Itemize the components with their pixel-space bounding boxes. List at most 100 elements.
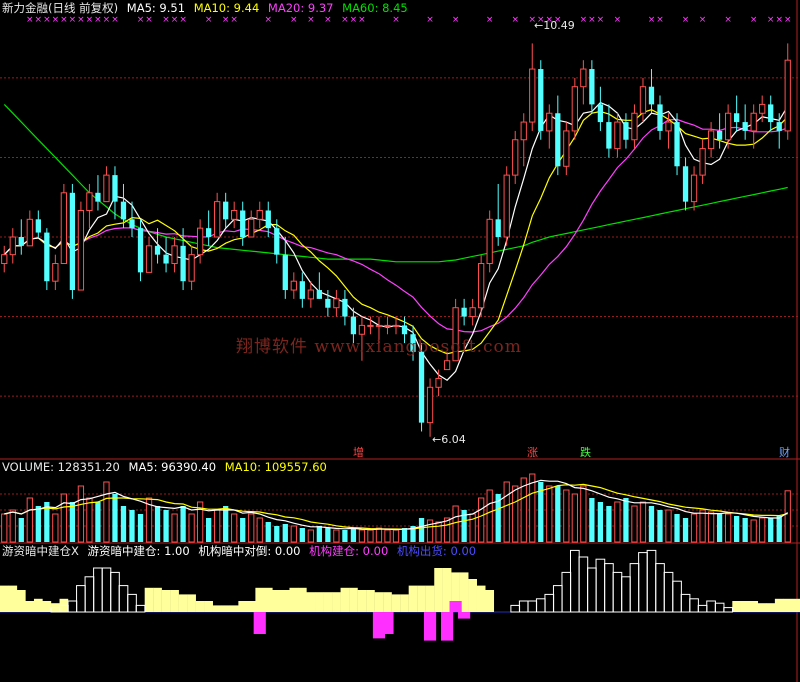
indicator-outline-bar (110, 571, 120, 613)
indicator-outline-bar (561, 571, 572, 613)
candle (699, 148, 706, 176)
candle (392, 324, 400, 327)
indicator-outline-bar (84, 576, 95, 613)
top-marker: × (784, 15, 792, 25)
volume-bar (350, 528, 357, 542)
candle (469, 307, 476, 318)
volume-bar (265, 522, 271, 542)
indicator-yellow-bar (280, 590, 290, 612)
volume-bar (724, 513, 732, 543)
candle (707, 130, 715, 150)
top-marker: × (350, 15, 358, 25)
candle (563, 130, 570, 167)
indicator-yellow-bar (33, 598, 43, 612)
volume-bar (742, 518, 748, 542)
top-marker: × (341, 15, 349, 25)
top-marker: × (137, 15, 145, 25)
event-marker-cai[interactable]: 财 (779, 444, 790, 460)
candle (768, 104, 774, 123)
top-marker: × (77, 15, 85, 25)
volume-bar (665, 509, 672, 543)
indicator-yellow-bar (161, 590, 171, 612)
indicator-yellow-bar (417, 585, 426, 612)
indicator-outline-bar (663, 571, 674, 613)
volume-bar (707, 511, 715, 543)
top-marker: × (452, 15, 460, 25)
volume-bar (606, 506, 612, 542)
indicator-outline-bar (697, 604, 708, 613)
candle (325, 298, 331, 308)
candle (35, 219, 41, 233)
indicator-outline-bar (76, 585, 86, 613)
top-marker: × (69, 15, 77, 25)
indicator-yellow-bar (383, 592, 392, 612)
watermark: 翔博软件 www.xiangbosoft.com (236, 337, 522, 357)
volume-bar (103, 481, 110, 543)
indicator-yellow-bar (16, 590, 26, 612)
indicator-outline-bar (587, 567, 597, 613)
top-marker: × (290, 15, 298, 25)
candle (597, 104, 604, 123)
indicator-yellow-bar (153, 587, 162, 612)
candle (495, 219, 501, 237)
candle (512, 139, 519, 176)
candle (120, 201, 127, 220)
ma20-line (3, 118, 788, 333)
candle (631, 112, 638, 141)
candle (26, 218, 33, 247)
indicator-yellow-bar (468, 579, 477, 612)
volume-bar (342, 530, 348, 542)
event-marker-zhang[interactable]: 涨 (527, 444, 538, 460)
indicator-yellow-bar (0, 585, 9, 612)
candle (426, 386, 434, 424)
volume-bar (546, 485, 553, 543)
candle (69, 192, 76, 291)
volume-bar (734, 516, 740, 542)
volume-bar (120, 506, 127, 542)
candle (443, 360, 451, 371)
volume-bar (384, 529, 391, 543)
volume-bar (77, 485, 85, 543)
top-marker: × (614, 15, 622, 25)
indicator-outline-bar (612, 571, 623, 613)
volume-bar (299, 528, 305, 542)
volume-bar (690, 513, 698, 543)
candle (776, 122, 782, 131)
indicator-magenta-bar (253, 612, 266, 634)
indicator-name: 游资暗中建仓X (2, 544, 79, 558)
candle (665, 121, 672, 132)
indicator-panel-header: 游资暗中建仓X 游资暗中建仓: 1.00 机构暗中对倒: 0.00 机构建仓: … (2, 544, 481, 558)
ma60-value: MA60: 8.45 (342, 1, 408, 15)
volume-bar (614, 501, 621, 543)
candle (265, 210, 271, 229)
candle (734, 113, 740, 123)
volume-bar (478, 497, 485, 543)
volume-bar (426, 519, 434, 543)
candle (282, 254, 288, 291)
volume-bar (163, 510, 169, 542)
indicator-outline-bar (510, 604, 521, 613)
indicator-outline-bar (135, 604, 146, 613)
indicator-yellow-bar (187, 594, 196, 612)
indicator-yellow-bar (178, 594, 188, 612)
indicator-yellow-bar (357, 590, 367, 612)
volume-bar (367, 529, 374, 543)
candle (137, 228, 144, 273)
candle (759, 103, 766, 114)
candle (478, 263, 485, 309)
indicator-yellow-bar (425, 585, 435, 612)
top-marker: × (103, 15, 111, 25)
top-marker: × (60, 15, 68, 25)
candle (724, 112, 732, 141)
candle (231, 209, 238, 220)
indicator-yellow-bar (263, 587, 273, 612)
event-marker-die[interactable]: 跌 (580, 444, 591, 460)
candle (248, 218, 255, 238)
indicator-v1: 游资暗中建仓: 1.00 (87, 544, 190, 558)
event-marker-zeng[interactable]: 增 (353, 444, 364, 460)
candle (367, 324, 374, 327)
indicator-outline-bar (655, 563, 665, 613)
indicator-yellow-bar (340, 587, 350, 612)
candle (44, 232, 50, 282)
top-marker: × (392, 15, 400, 25)
